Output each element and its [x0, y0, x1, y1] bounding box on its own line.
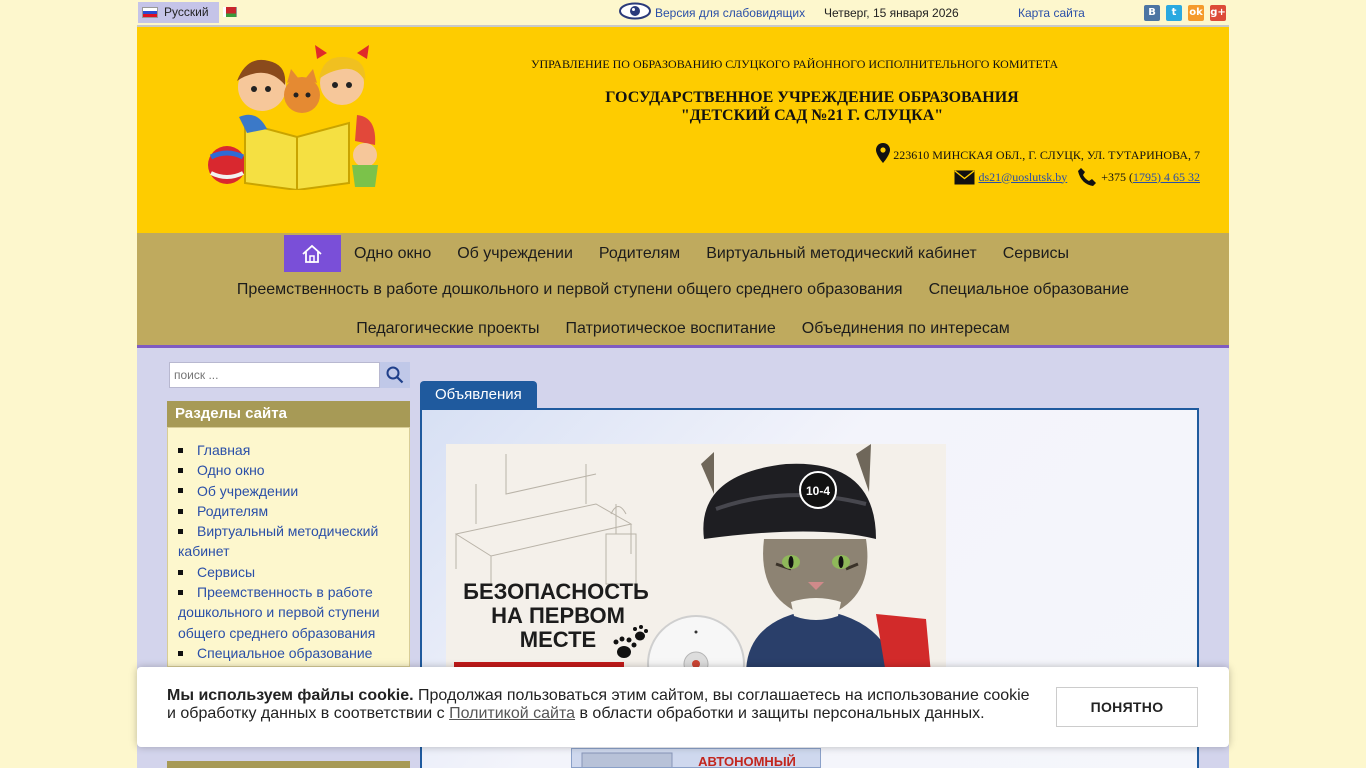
site-title: ГОСУДАРСТВЕННОЕ УЧРЕЖДЕНИЕ ОБРАЗОВАНИЯ "… [597, 89, 1027, 125]
eye-icon[interactable] [619, 2, 651, 20]
second-poster-title: АВТОНОМНЫЙ [698, 754, 796, 768]
second-sidebar-heading [167, 761, 410, 768]
language-russian[interactable]: Русский [138, 2, 219, 23]
page-wrapper: Русский Версия для слабовидящих Четверг,… [137, 0, 1229, 768]
sections-heading: Разделы сайта [167, 401, 410, 427]
phone-prefix: +375 ( [1101, 169, 1133, 184]
sidebar-item-services[interactable]: Сервисы [178, 562, 399, 582]
russia-flag-icon [142, 7, 158, 18]
home-icon [302, 244, 323, 263]
sidebar-item-about[interactable]: Об учреждении [178, 481, 399, 501]
top-bar: Русский Версия для слабовидящих Четверг,… [137, 0, 1229, 27]
sitemap-link[interactable]: Карта сайта [1018, 6, 1085, 20]
accept-cookies-button[interactable]: ПОНЯТНО [1056, 687, 1198, 727]
address-row: 223610 МИНСКАЯ ОБЛ., Г. СЛУЦК, УЛ. ТУТАР… [876, 143, 1200, 163]
nav-continuity[interactable]: Преемственность в работе дошкольного и п… [224, 271, 916, 308]
google-plus-icon[interactable]: g+ [1210, 5, 1226, 21]
nav-row-3: Педагогические проекты Патриотическое во… [137, 310, 1229, 347]
sidebar-item-continuity[interactable]: Преемственность в работе дошкольного и п… [178, 582, 399, 643]
search-input[interactable] [169, 362, 380, 388]
sidebar-item-one-window[interactable]: Одно окно [178, 460, 399, 480]
location-pin-icon [876, 143, 891, 163]
poster-line-1: БЕЗОПАСНОСТЬ [463, 579, 649, 604]
nav-parents[interactable]: Родителям [586, 235, 693, 272]
second-poster-art: АВТОНОМНЫЙ [581, 752, 796, 768]
tab-announcements[interactable]: Объявления [420, 381, 537, 408]
nav-services[interactable]: Сервисы [990, 235, 1082, 272]
belarus-flag-icon[interactable] [223, 7, 237, 17]
home-button[interactable] [283, 235, 341, 272]
poster-line-3: МЕСТЕ [520, 627, 596, 652]
safety-poster-art: БЕЗОПАСНОСТЬ НА ПЕРВОМ МЕСТЕ 10-4 [446, 444, 946, 674]
phone-icon [1078, 168, 1097, 186]
cookie-message: Мы используем файлы cookie. Продолжая по… [167, 687, 1037, 723]
low-vision-link[interactable]: Версия для слабовидящих [655, 6, 805, 20]
vk-icon[interactable]: В [1144, 5, 1160, 21]
site-title-line1: ГОСУДАРСТВЕННОЕ УЧРЕЖДЕНИЕ ОБРАЗОВАНИЯ [605, 89, 1019, 106]
helmet-badge: 10-4 [806, 484, 830, 498]
envelope-icon [954, 169, 974, 184]
org-parent-name: УПРАВЛЕНИЕ ПО ОБРАЗОВАНИЮ СЛУЦКОГО РАЙОН… [531, 57, 1059, 71]
current-date: Четверг, 15 января 2026 [824, 6, 959, 20]
cookie-title: Мы используем файлы cookie. [167, 687, 414, 704]
sidebar-item-methodical-cabinet[interactable]: Виртуальный методический кабинет [178, 521, 399, 562]
safety-poster-image[interactable]: БЕЗОПАСНОСТЬ НА ПЕРВОМ МЕСТЕ 10-4 [446, 444, 946, 674]
nav-one-window[interactable]: Одно окно [341, 235, 444, 272]
nav-patriotic-education[interactable]: Патриотическое воспитание [553, 310, 789, 347]
nav-row-2: Преемственность в работе дошкольного и п… [137, 271, 1229, 308]
search-icon [386, 366, 404, 384]
cookie-banner: Мы используем файлы cookie. Продолжая по… [137, 667, 1229, 747]
sidebar-item-parents[interactable]: Родителям [178, 501, 399, 521]
odnoklassniki-icon[interactable]: ok [1188, 5, 1204, 21]
cookie-text-2: в области обработки и защиты персональны… [575, 705, 985, 722]
contact-row: ds21@uoslutsk.by +375 (1795) 4 65 32 [954, 167, 1200, 187]
nav-methodical-cabinet[interactable]: Виртуальный методический кабинет [693, 235, 990, 272]
twitter-icon[interactable]: t [1166, 5, 1182, 21]
email-link[interactable]: ds21@uoslutsk.by [979, 170, 1068, 185]
main-navigation: Одно окно Об учреждении Родителям Виртуа… [137, 233, 1229, 348]
nav-row-1: Одно окно Об учреждении Родителям Виртуа… [137, 235, 1229, 272]
nav-interest-groups[interactable]: Объединения по интересам [789, 310, 1023, 347]
search-button[interactable] [380, 362, 410, 388]
privacy-policy-link[interactable]: Политикой сайта [449, 705, 575, 722]
sections-list: Главная Одно окно Об учреждении Родителя… [167, 427, 410, 667]
nav-special-education[interactable]: Специальное образование [916, 271, 1143, 308]
autonomous-detector-poster[interactable]: АВТОНОМНЫЙ [571, 748, 821, 768]
site-header: УПРАВЛЕНИЕ ПО ОБРАЗОВАНИЮ СЛУЦКОГО РАЙОН… [137, 27, 1229, 233]
address-text: 223610 МИНСКАЯ ОБЛ., Г. СЛУЦК, УЛ. ТУТАР… [893, 148, 1200, 162]
phone-link[interactable]: 1795) 4 65 32 [1133, 170, 1200, 185]
sidebar-item-special-education[interactable]: Специальное образование [178, 643, 399, 663]
site-title-line2: "ДЕТСКИЙ САД №21 Г. СЛУЦКА" [680, 107, 944, 124]
poster-line-2: НА ПЕРВОМ [491, 603, 625, 628]
language-label: Русский [164, 5, 209, 19]
kindergarten-logo[interactable] [207, 45, 387, 190]
sidebar-item-home[interactable]: Главная [178, 440, 399, 460]
nav-about[interactable]: Об учреждении [444, 235, 586, 272]
nav-pedagogical-projects[interactable]: Педагогические проекты [343, 310, 552, 347]
